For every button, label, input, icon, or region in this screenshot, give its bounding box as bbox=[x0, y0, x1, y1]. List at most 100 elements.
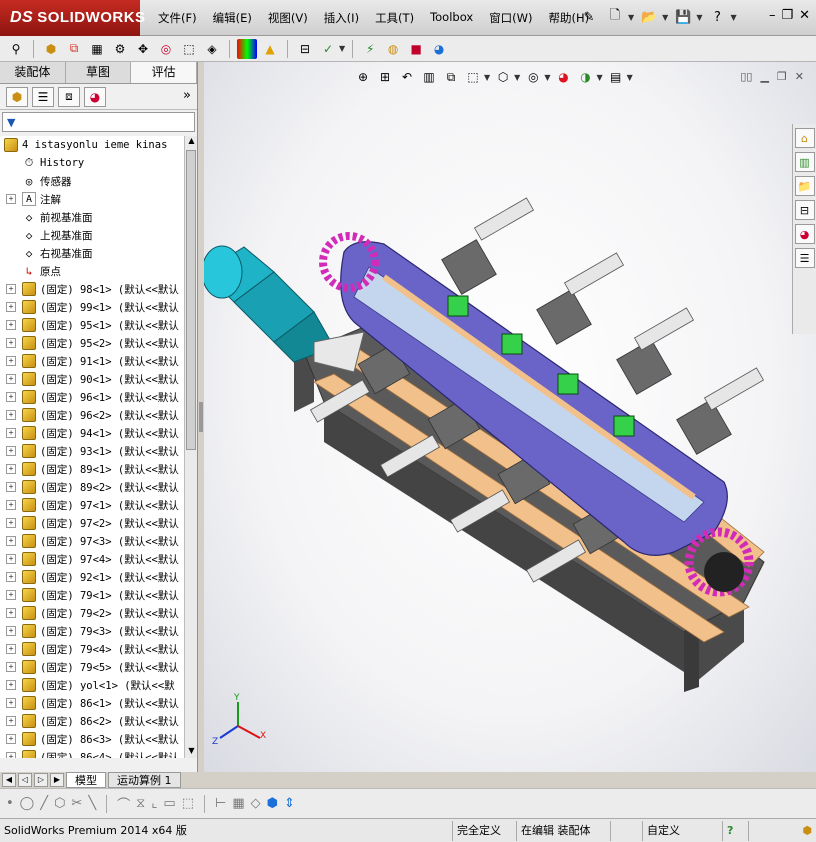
tree-item[interactable]: + (固定) 95<2> (默认<<默认 bbox=[0, 334, 184, 352]
chevron-down-icon[interactable]: ▼ bbox=[596, 73, 602, 82]
reference-geometry-icon[interactable]: ◈ bbox=[202, 39, 222, 59]
tree-item[interactable]: + (固定) 93<1> (默认<<默认 bbox=[0, 442, 184, 460]
menu-toolbox[interactable]: Toolbox bbox=[422, 10, 481, 26]
show-hidden-icon[interactable]: ◎ bbox=[156, 39, 176, 59]
expand-icon[interactable]: + bbox=[6, 500, 16, 510]
chevron-down-icon[interactable]: ▼ bbox=[696, 13, 702, 22]
tree-item[interactable]: + (固定) yol<1> (默认<<默 bbox=[0, 676, 184, 694]
tab-model[interactable]: 模型 bbox=[66, 772, 106, 788]
status-help-icon[interactable]: ? bbox=[722, 820, 748, 841]
line-icon[interactable]: ╱ bbox=[40, 796, 48, 811]
filter-icon[interactable]: ▼ bbox=[7, 116, 15, 129]
dynamic-annotation-icon[interactable]: ⧉ bbox=[442, 68, 460, 86]
viewport-close-icon[interactable]: ✕ bbox=[795, 70, 804, 83]
tab-motion-study[interactable]: 运动算例 1 bbox=[108, 772, 181, 788]
menu-file[interactable]: 文件(F) bbox=[150, 10, 205, 26]
tree-item[interactable]: + (固定) 94<1> (默认<<默认 bbox=[0, 424, 184, 442]
assembly-model[interactable]: Y X Z bbox=[204, 62, 816, 772]
tree-item[interactable]: + (固定) 89<2> (默认<<默认 bbox=[0, 478, 184, 496]
feature-manager-icon[interactable]: ⬢ bbox=[6, 86, 28, 107]
view-orientation-icon[interactable]: ⬚ bbox=[464, 68, 482, 86]
expand-icon[interactable]: + bbox=[6, 680, 16, 690]
tree-filter[interactable]: ▼ bbox=[2, 112, 195, 132]
tree-item[interactable]: + (固定) 96<1> (默认<<默认 bbox=[0, 388, 184, 406]
tree-item[interactable]: + (固定) 79<3> (默认<<默认 bbox=[0, 622, 184, 640]
tree-item[interactable]: + (固定) 79<5> (默认<<默认 bbox=[0, 658, 184, 676]
scroll-up-icon[interactable]: ▲ bbox=[185, 136, 198, 148]
tree-item[interactable]: + (固定) 99<1> (默认<<默认 bbox=[0, 298, 184, 316]
expand-icon[interactable]: + bbox=[6, 752, 16, 758]
tree-item[interactable]: + (固定) 86<1> (默认<<默认 bbox=[0, 694, 184, 712]
tree-item[interactable]: + (固定) 79<2> (默认<<默认 bbox=[0, 604, 184, 622]
chevron-down-icon[interactable]: ▼ bbox=[339, 44, 345, 53]
appearance-icon[interactable] bbox=[237, 38, 257, 59]
tab-last-icon[interactable]: ▶ bbox=[50, 773, 64, 787]
tree-item[interactable]: + (固定) 97<3> (默认<<默认 bbox=[0, 532, 184, 550]
chevron-down-icon[interactable]: ▼ bbox=[484, 73, 490, 82]
warning-icon[interactable]: ▲ bbox=[260, 39, 280, 59]
expand-panel-icon[interactable]: » bbox=[183, 88, 191, 103]
graphics-area[interactable]: Y X Z ⊕ ⊞ ↶ ▥ ⧉ ⬚ ▼ ⬡ ▼ ◎ ▼ ◕ ◑ ▼ ▤ ▼ ▯▯ ▁ ❐ … bbox=[204, 62, 816, 772]
linear-pattern-icon[interactable]: ▦ bbox=[87, 39, 107, 59]
tree-item[interactable]: ◇ 上视基准面 bbox=[0, 226, 184, 244]
trim-icon[interactable]: ✂ bbox=[71, 796, 82, 811]
construction-icon[interactable]: ⬚ bbox=[182, 796, 194, 811]
expand-icon[interactable]: + bbox=[6, 518, 16, 528]
smart-dimension-icon[interactable]: ⊢ bbox=[215, 796, 226, 811]
menu-insert[interactable]: 插入(I) bbox=[316, 10, 367, 26]
scroll-thumb[interactable] bbox=[186, 150, 196, 450]
status-units[interactable]: 自定义 bbox=[642, 820, 722, 841]
section-view-icon[interactable]: ▥ bbox=[420, 68, 438, 86]
expand-icon[interactable]: + bbox=[6, 428, 16, 438]
close-icon[interactable]: ✕ bbox=[799, 8, 810, 23]
new-document-icon[interactable]: 🗋 bbox=[604, 6, 626, 28]
expand-icon[interactable]: + bbox=[6, 356, 16, 366]
expand-icon[interactable]: + bbox=[6, 554, 16, 564]
zoom-area-icon[interactable]: ⊞ bbox=[376, 68, 394, 86]
solidworks-resources-icon[interactable]: ⌂ bbox=[794, 128, 815, 148]
chevron-down-icon[interactable]: ▼ bbox=[628, 13, 634, 22]
tree-item[interactable]: + (固定) 98<1> (默认<<默认 bbox=[0, 280, 184, 298]
tree-item[interactable]: + (固定) 97<2> (默认<<默认 bbox=[0, 514, 184, 532]
menu-view[interactable]: 视图(V) bbox=[260, 10, 316, 26]
tree-item[interactable]: ◎ 传感器 bbox=[0, 172, 184, 190]
tree-item[interactable]: + (固定) 79<1> (默认<<默认 bbox=[0, 586, 184, 604]
hide-show-icon[interactable]: ◎ bbox=[524, 68, 542, 86]
expand-icon[interactable]: + bbox=[6, 194, 16, 204]
tab-assembly[interactable]: 装配体 bbox=[0, 62, 66, 83]
tab-sketch[interactable]: 草图 bbox=[66, 62, 132, 83]
tree-item[interactable]: + (固定) 97<4> (默认<<默认 bbox=[0, 550, 184, 568]
tab-next-icon[interactable]: ▷ bbox=[34, 773, 48, 787]
scroll-down-icon[interactable]: ▼ bbox=[185, 746, 198, 758]
tree-item[interactable]: + (固定) 96<2> (默认<<默认 bbox=[0, 406, 184, 424]
tree-item[interactable]: + (固定) 89<1> (默认<<默认 bbox=[0, 460, 184, 478]
zoom-to-fit-icon[interactable]: ⊕ bbox=[354, 68, 372, 86]
appearances-icon[interactable]: ◕ bbox=[794, 224, 815, 244]
motion-study-icon[interactable]: ◍ bbox=[383, 39, 403, 59]
apply-scene-icon[interactable]: ◑ bbox=[576, 68, 594, 86]
tab-evaluate[interactable]: 评估 bbox=[131, 62, 198, 83]
expand-icon[interactable]: + bbox=[6, 644, 16, 654]
expand-icon[interactable]: + bbox=[6, 338, 16, 348]
minimize-icon[interactable]: – bbox=[769, 8, 776, 23]
tree-item[interactable]: + A 注解 bbox=[0, 190, 184, 208]
insert-component-icon[interactable]: ⬢ bbox=[41, 39, 61, 59]
chevron-down-icon[interactable]: ▼ bbox=[730, 13, 736, 22]
expand-icon[interactable]: + bbox=[6, 320, 16, 330]
offset-icon[interactable]: ⌒ bbox=[117, 794, 130, 813]
tree-item[interactable]: + (固定) 92<1> (默认<<默认 bbox=[0, 568, 184, 586]
display-style-icon[interactable]: ⬡ bbox=[494, 68, 512, 86]
interference-icon[interactable]: ✓ bbox=[318, 39, 338, 59]
tree-root[interactable]: 4 istasyonlu ieme kinas bbox=[0, 136, 184, 154]
corner-rect-icon[interactable]: ▭ bbox=[163, 796, 175, 811]
3d-sketch-icon[interactable]: ⬢ bbox=[267, 796, 278, 811]
expand-icon[interactable]: + bbox=[6, 410, 16, 420]
tree-item[interactable]: + (固定) 95<1> (默认<<默认 bbox=[0, 316, 184, 334]
property-manager-icon[interactable]: ☰ bbox=[32, 86, 54, 107]
tree-item[interactable]: ◇ 右视基准面 bbox=[0, 244, 184, 262]
tab-prev-icon[interactable]: ◁ bbox=[18, 773, 32, 787]
display-manager-icon[interactable]: ◕ bbox=[84, 86, 106, 107]
status-rebuild-icon[interactable]: ⬢ bbox=[748, 820, 816, 841]
expand-icon[interactable]: + bbox=[6, 536, 16, 546]
tree-item[interactable]: + (固定) 86<2> (默认<<默认 bbox=[0, 712, 184, 730]
